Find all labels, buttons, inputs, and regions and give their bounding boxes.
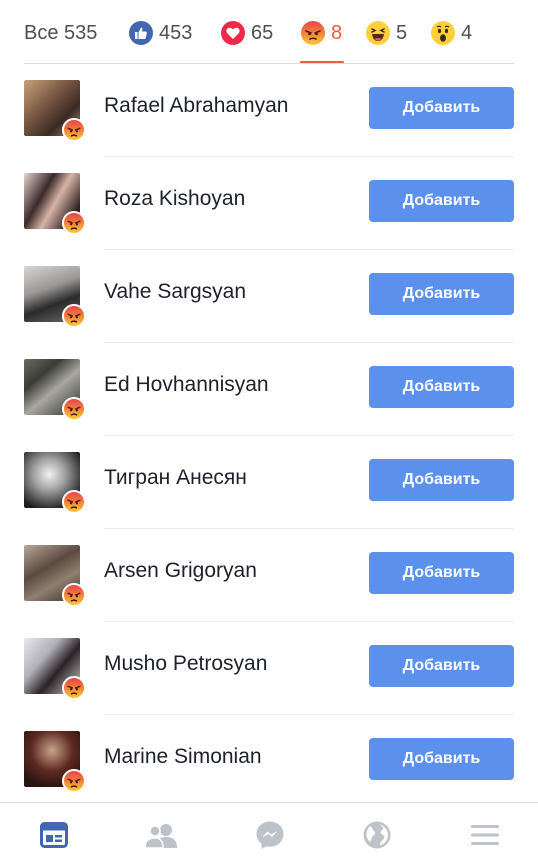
angry-reaction-icon xyxy=(62,397,86,421)
tab-angry[interactable]: 8 xyxy=(301,18,342,48)
globe-icon xyxy=(363,821,391,849)
add-friend-button[interactable]: Добавить xyxy=(369,366,514,408)
list-item: Rafael Abrahamyan Добавить xyxy=(0,64,538,157)
angry-reaction-icon xyxy=(62,583,86,607)
avatar[interactable] xyxy=(24,731,86,793)
add-friend-button[interactable]: Добавить xyxy=(369,87,514,129)
avatar[interactable] xyxy=(24,452,86,514)
person-name[interactable]: Rafael Abrahamyan xyxy=(104,94,288,118)
add-friend-button[interactable]: Добавить xyxy=(369,645,514,687)
tab-all[interactable]: Все 535 xyxy=(24,18,97,48)
tab-love-count: 65 xyxy=(251,21,274,44)
nav-globe[interactable] xyxy=(361,821,393,849)
person-name[interactable]: Тигран Анесян xyxy=(104,466,247,490)
like-reaction-icon xyxy=(129,21,153,45)
menu-icon xyxy=(471,825,499,845)
person-name[interactable]: Ed Hovhannisyan xyxy=(104,373,269,397)
bottom-nav xyxy=(0,802,538,864)
list-item: Arsen Grigoryan Добавить xyxy=(0,529,538,622)
tab-all-count: 535 xyxy=(64,21,98,44)
tab-all-label: Все xyxy=(24,21,59,44)
nav-messenger[interactable] xyxy=(254,821,286,849)
tab-love[interactable]: 65 xyxy=(221,18,273,48)
angry-reaction-icon xyxy=(62,211,86,235)
messenger-icon xyxy=(256,821,284,849)
angry-reaction-icon xyxy=(62,304,86,328)
person-name[interactable]: Arsen Grigoryan xyxy=(104,559,257,583)
tab-like[interactable]: 453 xyxy=(129,18,192,48)
list-item: Roza Kishoyan Добавить xyxy=(0,157,538,250)
angry-reaction-icon xyxy=(62,490,86,514)
add-friend-button[interactable]: Добавить xyxy=(369,552,514,594)
angry-reaction-icon xyxy=(301,21,325,45)
love-reaction-icon xyxy=(221,21,245,45)
avatar[interactable] xyxy=(24,545,86,607)
angry-reaction-icon xyxy=(62,118,86,142)
person-name[interactable]: Vahe Sargsyan xyxy=(104,280,246,304)
add-friend-button[interactable]: Добавить xyxy=(369,273,514,315)
avatar[interactable] xyxy=(24,266,86,328)
list-item: Marine Simonian Добавить xyxy=(0,715,538,808)
list-item: Musho Petrosyan Добавить xyxy=(0,622,538,715)
nav-news-feed[interactable] xyxy=(38,821,70,849)
add-friend-button[interactable]: Добавить xyxy=(369,459,514,501)
haha-reaction-icon xyxy=(366,21,390,45)
person-name[interactable]: Musho Petrosyan xyxy=(104,652,267,676)
tab-wow[interactable]: 4 xyxy=(431,18,472,48)
avatar[interactable] xyxy=(24,638,86,700)
person-name[interactable]: Marine Simonian xyxy=(104,745,262,769)
nav-friends[interactable] xyxy=(145,821,177,849)
avatar[interactable] xyxy=(24,173,86,235)
news-feed-icon xyxy=(40,822,68,848)
nav-menu[interactable] xyxy=(469,821,501,849)
list-item: Vahe Sargsyan Добавить xyxy=(0,250,538,343)
friends-icon xyxy=(145,824,177,848)
list-item: Ed Hovhannisyan Добавить xyxy=(0,343,538,436)
tab-angry-count: 8 xyxy=(331,21,343,44)
list-item: Тигран Анесян Добавить xyxy=(0,436,538,529)
reaction-tabs: Все 535 453 65 8 5 4 xyxy=(0,0,538,64)
tab-haha[interactable]: 5 xyxy=(366,18,407,48)
tab-wow-count: 4 xyxy=(461,21,473,44)
add-friend-button[interactable]: Добавить xyxy=(369,180,514,222)
tab-like-count: 453 xyxy=(159,21,193,44)
avatar[interactable] xyxy=(24,80,86,142)
wow-reaction-icon xyxy=(431,21,455,45)
angry-reaction-icon xyxy=(62,769,86,793)
tab-haha-count: 5 xyxy=(396,21,408,44)
avatar[interactable] xyxy=(24,359,86,421)
person-name[interactable]: Roza Kishoyan xyxy=(104,187,245,211)
angry-reaction-icon xyxy=(62,676,86,700)
add-friend-button[interactable]: Добавить xyxy=(369,738,514,780)
